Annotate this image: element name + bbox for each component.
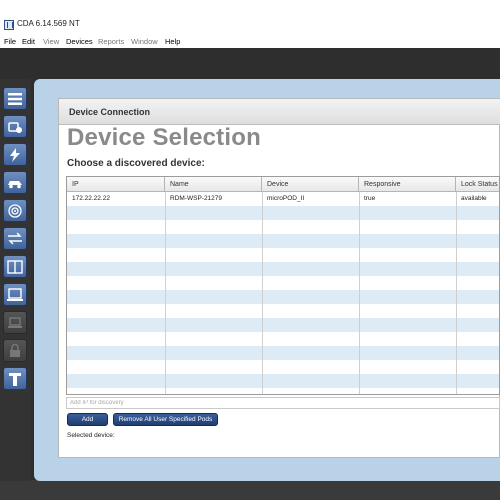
column-header-ip[interactable]: IP bbox=[67, 177, 165, 192]
empty-row bbox=[67, 332, 499, 346]
section-subtitle: Choose a discovered device: bbox=[67, 158, 205, 169]
column-header-lock-status[interactable]: Lock Status bbox=[456, 177, 499, 192]
column-divider bbox=[359, 192, 360, 394]
sidebar-item-device-connection[interactable] bbox=[3, 115, 27, 138]
empty-row bbox=[67, 290, 499, 304]
menu-window[interactable]: Window bbox=[131, 37, 158, 46]
upload-icon bbox=[7, 287, 23, 301]
menu-edit[interactable]: Edit bbox=[22, 37, 35, 46]
column-header-name[interactable]: Name bbox=[165, 177, 262, 192]
empty-row bbox=[67, 304, 499, 318]
layout-icon bbox=[7, 259, 23, 274]
menu-file[interactable]: File bbox=[4, 37, 16, 46]
cell-device: microPOD_II bbox=[267, 195, 305, 202]
table-body: 172.22.22.22 RDM-WSP-21279 microPOD_II t… bbox=[67, 192, 499, 394]
column-divider bbox=[262, 192, 263, 394]
ip-discovery-input[interactable] bbox=[66, 397, 500, 409]
text-icon bbox=[9, 372, 21, 386]
menu-devices[interactable]: Devices bbox=[66, 37, 93, 46]
title-bar: CDA 6.14.569 NT bbox=[0, 0, 500, 34]
table-row[interactable]: 172.22.22.22 RDM-WSP-21279 microPOD_II t… bbox=[67, 192, 499, 206]
empty-row bbox=[67, 220, 499, 234]
workspace-footer bbox=[0, 480, 500, 500]
empty-row bbox=[67, 360, 499, 374]
flash-icon bbox=[10, 147, 20, 162]
window-title: CDA 6.14.569 NT bbox=[17, 19, 80, 28]
empty-row bbox=[67, 374, 499, 388]
sidebar-item-layout[interactable] bbox=[3, 255, 27, 278]
device-table: IP Name Device Responsive Lock Status 17… bbox=[66, 176, 500, 395]
sidebar-item-vehicle[interactable] bbox=[3, 171, 27, 194]
column-divider bbox=[165, 192, 166, 394]
lock-icon bbox=[10, 343, 20, 357]
sidebar-item-flash[interactable] bbox=[3, 143, 27, 166]
sidebar-item-signal[interactable] bbox=[3, 199, 27, 222]
dialog-header: Device Connection bbox=[59, 99, 500, 125]
menu-view[interactable]: View bbox=[43, 37, 59, 46]
menu-help[interactable]: Help bbox=[165, 37, 180, 46]
empty-row bbox=[67, 346, 499, 360]
cell-responsive: true bbox=[364, 195, 376, 202]
sidebar-item-laptop[interactable] bbox=[3, 311, 27, 334]
sidebar-item-text[interactable] bbox=[3, 367, 27, 390]
empty-row bbox=[67, 388, 499, 394]
signal-icon bbox=[8, 203, 22, 218]
add-button[interactable]: Add bbox=[67, 413, 108, 426]
device-connect-icon bbox=[8, 121, 22, 133]
column-header-device[interactable]: Device bbox=[262, 177, 359, 192]
empty-row bbox=[67, 248, 499, 262]
sidebar-item-transfer[interactable] bbox=[3, 227, 27, 250]
empty-row bbox=[67, 276, 499, 290]
sidebar-item-upload[interactable] bbox=[3, 283, 27, 306]
cell-lock-status: available bbox=[461, 195, 487, 202]
empty-row bbox=[67, 318, 499, 332]
selected-device-label: Selected device: bbox=[67, 432, 115, 439]
sidebar-item-lock[interactable] bbox=[3, 339, 27, 362]
vehicle-icon bbox=[8, 180, 22, 188]
page-title: Device Selection bbox=[67, 124, 261, 151]
sidebar-item-menu[interactable] bbox=[3, 87, 27, 110]
transfer-icon bbox=[8, 232, 22, 244]
dialog-title: Device Connection bbox=[69, 107, 151, 117]
app-icon bbox=[4, 20, 14, 30]
column-header-responsive[interactable]: Responsive bbox=[359, 177, 456, 192]
cell-name: RDM-WSP-21279 bbox=[170, 195, 223, 202]
table-header: IP Name Device Responsive Lock Status bbox=[67, 177, 499, 192]
sidebar bbox=[0, 79, 31, 481]
menu-reports[interactable]: Reports bbox=[98, 37, 124, 46]
cell-ip: 172.22.22.22 bbox=[72, 195, 110, 202]
laptop-icon bbox=[8, 316, 22, 328]
column-divider bbox=[456, 192, 457, 394]
empty-row bbox=[67, 206, 499, 220]
remove-all-pods-button[interactable]: Remove All User Specified Pods bbox=[113, 413, 218, 426]
empty-row bbox=[67, 262, 499, 276]
empty-row bbox=[67, 234, 499, 248]
menu-icon bbox=[8, 92, 22, 105]
